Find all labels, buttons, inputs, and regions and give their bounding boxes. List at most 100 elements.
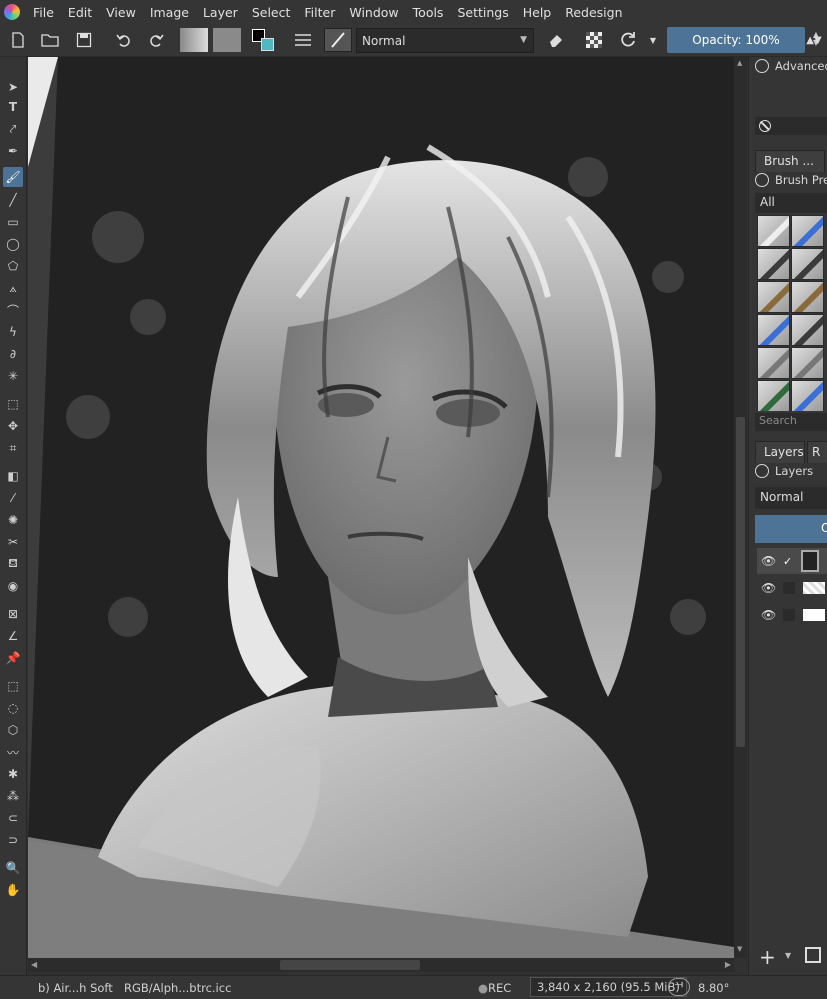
brush-preset-item[interactable] xyxy=(791,380,824,411)
magnetic-selection-icon[interactable]: ⊃ xyxy=(3,830,23,850)
advanced-color-header[interactable]: Advanced xyxy=(755,59,827,73)
rotation-angle[interactable]: 8.80° xyxy=(698,981,729,995)
bezier-selection-icon[interactable]: ⊂ xyxy=(3,808,23,828)
ellipse-tool-icon[interactable]: ◯ xyxy=(3,234,23,254)
bezier-tool-icon[interactable]: ⌒ xyxy=(3,300,23,320)
crop-tool-icon[interactable]: ⌗ xyxy=(3,438,23,458)
menu-filter[interactable]: Filter xyxy=(297,5,342,20)
brush-preset-item[interactable] xyxy=(757,380,790,411)
lock-icon[interactable] xyxy=(755,173,769,187)
scroll-down-icon[interactable]: ▼ xyxy=(737,945,742,953)
brush-preset-item[interactable] xyxy=(791,281,824,313)
brush-preset-chooser[interactable] xyxy=(324,28,352,52)
eraser-icon[interactable] xyxy=(544,28,568,52)
menu-file[interactable]: File xyxy=(26,5,61,20)
polyline-tool-icon[interactable]: ⟑ xyxy=(3,278,23,298)
pattern-swatch[interactable] xyxy=(213,28,241,52)
color-picker-tool-icon[interactable]: ⁄ xyxy=(3,488,23,508)
brush-preset-item[interactable] xyxy=(757,215,790,247)
brush-preset-item[interactable] xyxy=(757,314,790,346)
brush-preset-item[interactable] xyxy=(791,215,824,247)
opacity-slider[interactable]: Opacity: 100% ▲ ▼ xyxy=(667,27,819,53)
color-history-bar[interactable] xyxy=(755,117,827,135)
pan-tool-icon[interactable]: ✋ xyxy=(3,880,23,900)
add-layer-icon[interactable]: + xyxy=(759,945,776,969)
vertical-scroll-thumb[interactable] xyxy=(736,417,745,747)
colorize-mask-tool-icon[interactable]: ✺ xyxy=(3,510,23,530)
reload-preset-icon[interactable] xyxy=(616,28,640,52)
multibrush-tool-icon[interactable]: ✳ xyxy=(3,366,23,386)
menu-settings[interactable]: Settings xyxy=(450,5,515,20)
menu-image[interactable]: Image xyxy=(143,5,196,20)
chevron-down-icon[interactable]: ▼ xyxy=(646,28,660,52)
blend-mode-select[interactable]: Normal ▼ xyxy=(356,28,534,53)
rotation-icon[interactable]: ⟞ xyxy=(668,978,690,996)
transform-tool-icon[interactable]: ⬚ xyxy=(3,394,23,414)
scroll-up-icon[interactable]: ▲ xyxy=(737,59,742,67)
brush-preset-item[interactable] xyxy=(791,314,824,346)
brush-preset-item[interactable] xyxy=(757,281,790,313)
layer-row[interactable]: 👁 xyxy=(757,575,827,601)
similar-color-selection-icon[interactable]: ⁂ xyxy=(3,786,23,806)
lock-icon[interactable] xyxy=(755,464,769,478)
smart-patch-tool-icon[interactable]: ✂ xyxy=(3,532,23,552)
menu-redesign[interactable]: Redesign xyxy=(558,5,629,20)
freehand-path-tool-icon[interactable]: ϟ xyxy=(3,322,23,342)
color-swatch-icon[interactable] xyxy=(251,28,277,52)
tab-brush-presets[interactable]: Brush ... xyxy=(755,150,825,172)
menu-select[interactable]: Select xyxy=(245,5,298,20)
checkbox-icon[interactable] xyxy=(783,582,795,594)
brush-preset-item[interactable] xyxy=(757,347,790,379)
brush-preset-item[interactable] xyxy=(791,347,824,379)
fill-tool-icon[interactable]: ⛾ xyxy=(3,554,23,574)
freehand-selection-icon[interactable]: 〰 xyxy=(3,742,23,762)
brush-search-input[interactable]: Search xyxy=(755,413,827,431)
undo-icon[interactable] xyxy=(112,28,136,52)
brush-settings-icon[interactable] xyxy=(291,28,315,52)
rectangular-selection-icon[interactable]: ⬚ xyxy=(3,676,23,696)
gradient-tool-icon[interactable]: ◧ xyxy=(3,466,23,486)
open-folder-icon[interactable] xyxy=(38,28,62,52)
contiguous-selection-icon[interactable]: ✱ xyxy=(3,764,23,784)
calligraphy-tool-icon[interactable]: ✒ xyxy=(3,141,23,161)
vertical-scrollbar[interactable]: ▲ ▼ xyxy=(734,57,747,958)
brush-preset-item[interactable] xyxy=(791,248,824,280)
canvas-area[interactable] xyxy=(28,57,734,958)
duplicate-layer-icon[interactable] xyxy=(805,947,821,963)
rec-label[interactable]: REC xyxy=(488,981,511,995)
checkbox-icon[interactable] xyxy=(783,609,795,621)
layer-row[interactable]: 👁 xyxy=(757,602,827,628)
move-tool-icon[interactable]: ✥ xyxy=(3,416,23,436)
elliptical-selection-icon[interactable]: ◌ xyxy=(3,698,23,718)
line-tool-icon[interactable]: ╱ xyxy=(3,190,23,210)
horizontal-scroll-thumb[interactable] xyxy=(280,960,420,970)
toolbar-overflow-icon[interactable]: ▲▼ xyxy=(804,28,824,52)
chevron-down-icon[interactable]: ▼ xyxy=(785,951,791,960)
enclose-fill-tool-icon[interactable]: ◉ xyxy=(3,576,23,596)
new-document-icon[interactable] xyxy=(6,28,30,52)
eye-icon[interactable]: 👁 xyxy=(761,581,777,595)
menu-tools[interactable]: Tools xyxy=(406,5,451,20)
rectangle-tool-icon[interactable]: ▭ xyxy=(3,212,23,232)
gradient-swatch[interactable] xyxy=(180,28,208,52)
assistant-tool-icon[interactable]: ⊠ xyxy=(3,604,23,624)
menu-window[interactable]: Window xyxy=(342,5,405,20)
edit-shapes-tool-icon[interactable]: ⤤ xyxy=(3,119,23,139)
tab-secondary[interactable]: R xyxy=(807,441,827,463)
measure-tool-icon[interactable]: ∠ xyxy=(3,626,23,646)
layer-blend-mode-select[interactable]: Normal xyxy=(755,487,827,509)
eye-icon[interactable]: 👁 xyxy=(761,608,777,622)
menu-layer[interactable]: Layer xyxy=(196,5,245,20)
checkbox-icon[interactable]: ✓ xyxy=(783,555,795,568)
scroll-left-icon[interactable]: ◀ xyxy=(31,960,37,969)
redo-icon[interactable] xyxy=(144,28,168,52)
reference-tool-icon[interactable]: 📌 xyxy=(3,648,23,668)
polygonal-selection-icon[interactable]: ⬡ xyxy=(3,720,23,740)
layer-row[interactable]: 👁 ✓ xyxy=(757,548,827,574)
select-shapes-tool-icon[interactable]: ➤ xyxy=(3,77,23,97)
menu-help[interactable]: Help xyxy=(516,5,559,20)
layer-opacity-slider[interactable]: O xyxy=(755,515,827,543)
menu-view[interactable]: View xyxy=(99,5,143,20)
save-icon[interactable] xyxy=(72,28,96,52)
freehand-brush-tool-icon[interactable]: 🖌 xyxy=(3,167,23,187)
